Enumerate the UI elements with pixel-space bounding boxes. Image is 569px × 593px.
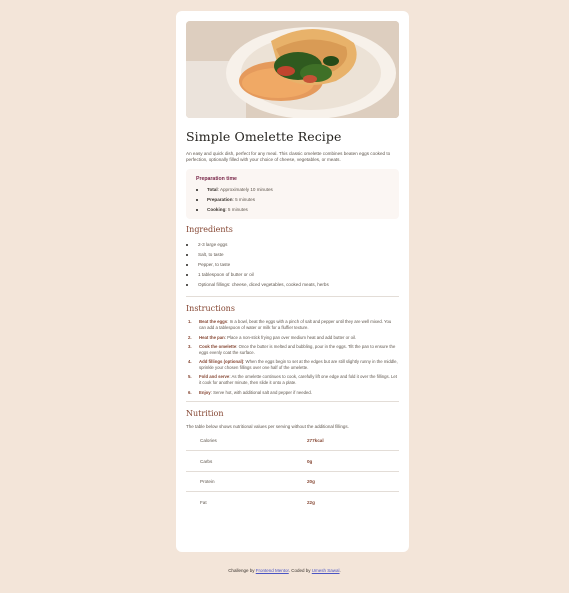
step-text: : As the omelette continues to cook, car… [199, 374, 398, 385]
list-item: 3. Cook the omelette: Once the butter is … [186, 344, 399, 355]
instructions-heading: Instructions [186, 304, 235, 314]
nutrient-label: Calories [200, 438, 217, 444]
table-row: Fat 22g [186, 491, 399, 512]
step-label: Cook the omelette [199, 344, 237, 350]
nutrient-value: 22g [307, 491, 399, 512]
nutrient-label: Protein [186, 470, 307, 492]
list-item: Cooking: 5 minutes [196, 205, 389, 215]
author-link[interactable]: Umesh Sawal [312, 568, 340, 573]
preparation-title: Preparation time [196, 176, 237, 183]
divider [186, 400, 399, 402]
footer-prefix: Challenge by [228, 568, 256, 573]
list-item: 2. Heat the pan: Place a non-stick frying… [186, 335, 399, 340]
table-row: Calories 277kcal [186, 431, 399, 451]
list-item: Preparation: 5 minutes [196, 195, 389, 205]
recipe-intro: An easy and quick dish, perfect for any … [186, 151, 391, 163]
prep-label: Cooking [207, 207, 226, 213]
footer-suffix: . [339, 568, 341, 573]
prep-text: : 5 minutes [232, 197, 255, 203]
footer-middle: . Coded by [288, 568, 312, 573]
prep-text: : 5 minutes [225, 207, 248, 213]
nutrition-heading: Nutrition [186, 408, 224, 418]
list-item: 1 tablespoon of butter or oil [186, 270, 399, 280]
list-item: Optional fillings: cheese, diced vegetab… [186, 280, 399, 290]
prep-label: Total [207, 187, 218, 193]
divider [186, 296, 399, 298]
nutrient-value: 20g [307, 470, 399, 492]
list-item: 5. Fold and serve: As the omelette contin… [186, 374, 399, 385]
step-text: : In a bowl, beat the eggs with a pinch … [199, 319, 392, 330]
nutrition-table: Calories 277kcal Carbs 0g Protein 20g Fat 22… [186, 431, 399, 512]
step-number: 4. [188, 359, 192, 365]
list-item: 6. Enjoy: Serve hot, with additional salt… [186, 390, 399, 395]
step-label: Heat the pan [199, 334, 225, 340]
nutrient-label: Fat [186, 491, 307, 512]
step-label: Add fillings (optional) [199, 359, 244, 365]
omelette-plate-photo [186, 21, 399, 118]
step-number: 6. [188, 389, 192, 395]
step-label: Enjoy [199, 389, 211, 395]
page-title: Simple Omelette Recipe [186, 129, 342, 144]
nutrition-intro: The table below shows nutritional values… [186, 423, 349, 429]
step-label: Beat the eggs [199, 319, 228, 325]
list-item: Total: Approximately 10 minutes [196, 185, 389, 195]
step-text: : Place a non-stick frying pan over medi… [224, 334, 357, 340]
step-number: 1. [188, 319, 192, 325]
list-item: 4. Add fillings (optional): When the eggs… [186, 359, 399, 370]
list-item: 2-3 large eggs [186, 240, 399, 250]
list-item: Pepper, to taste [186, 260, 399, 270]
list-item: 1. Beat the eggs: In a bowl, beat the egg… [186, 319, 399, 330]
ingredients-list: 2-3 large eggs Salt, to taste Pepper, to… [186, 240, 399, 290]
preparation-list: Total: Approximately 10 minutes Preparat… [196, 185, 389, 215]
prep-text: : Approximately 10 minutes [217, 187, 273, 193]
instructions-list: 1. Beat the eggs: In a bowl, beat the egg… [186, 319, 399, 395]
step-number: 2. [188, 334, 192, 340]
nutrient-label: Carbs [186, 450, 307, 472]
ingredients-heading: Ingredients [186, 225, 233, 235]
prep-label: Preparation [207, 197, 233, 203]
attribution-footer: Challenge by Frontend Mentor. Coded by U… [0, 568, 569, 573]
recipe-card: Simple Omelette Recipe An easy and quick… [176, 11, 409, 552]
table-row: Protein 20g [186, 470, 399, 492]
preparation-box: Preparation time Total: Approximately 10… [186, 169, 399, 220]
list-item: Salt, to taste [186, 250, 399, 260]
omelette-image [186, 21, 399, 118]
step-label: Fold and serve [199, 374, 230, 380]
frontend-mentor-link[interactable]: Frontend Mentor [256, 568, 289, 573]
nutrient-value: 0g [307, 450, 399, 472]
table-row: Carbs 0g [186, 450, 399, 472]
nutrient-value: 277kcal [307, 438, 324, 444]
step-number: 5. [188, 374, 192, 380]
step-text: : Serve hot, with additional salt and pe… [210, 389, 312, 395]
step-number: 3. [188, 344, 192, 350]
